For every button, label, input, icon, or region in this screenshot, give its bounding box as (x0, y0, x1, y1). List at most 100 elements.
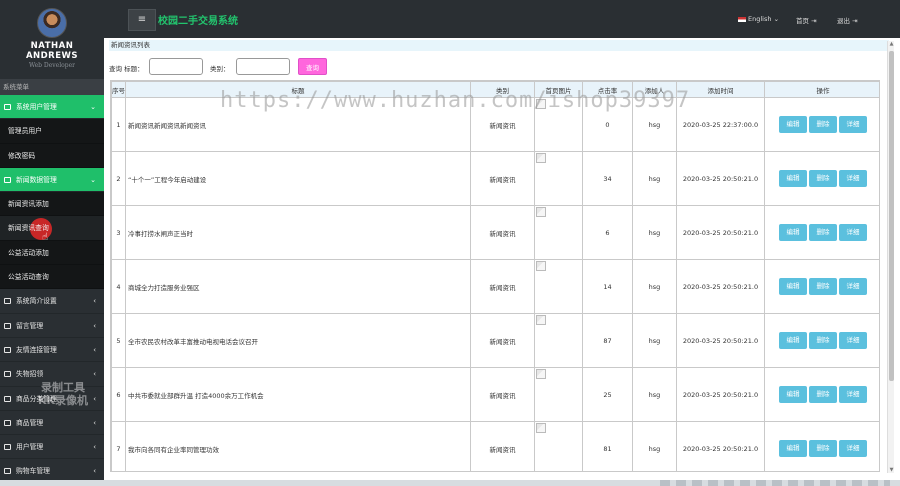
flag-icon (738, 16, 746, 22)
column-header: 类别 (470, 81, 535, 98)
delete-button[interactable]: 删除 (809, 116, 837, 133)
sidebar-group-label: 商品管理 (16, 418, 44, 427)
sidebar-group-intro[interactable]: 系统简介设置 ‹ (0, 289, 104, 314)
folder-icon (4, 346, 11, 353)
top-header: ≡ 校园二手交易系统 English ⌄ 首页 ⇥ 退出 ⇥ (104, 0, 900, 38)
sidebar-group-label: 用户管理 (16, 443, 44, 452)
sidebar-group-links[interactable]: 友情连接管理 ‹ (0, 338, 104, 363)
news-author: hsg (632, 205, 677, 260)
folder-icon (4, 468, 11, 475)
delete-button[interactable]: 删除 (809, 440, 837, 457)
row-actions: 编辑 删除 详细 (764, 205, 879, 260)
home-link[interactable]: 首页 ⇥ (796, 15, 817, 25)
sidebar-group-label: 购物车管理 (16, 467, 50, 476)
scroll-thumb[interactable] (889, 51, 894, 381)
table-row: 2 “十个一”工程今年启动建设 新闻资讯 34 hsg 2020-03-25 20:50:… (111, 151, 879, 206)
table-header-row: 序号 标题 类别 首页图片 点击率 添加人 添加时间 操作 (111, 81, 879, 98)
detail-button[interactable]: 详细 (839, 224, 867, 241)
edit-button[interactable]: 编辑 (779, 224, 807, 241)
news-table: 序号 标题 类别 首页图片 点击率 添加人 添加时间 操作 1 新闻资讯新闻资讯新… (111, 81, 879, 471)
sidebar-group-goods[interactable]: 商品管理 ‹ (0, 411, 104, 436)
category-search-input[interactable] (236, 58, 290, 75)
detail-button[interactable]: 详细 (839, 170, 867, 187)
broken-image-icon (536, 369, 546, 379)
sidebar-group-label: 留言管理 (16, 321, 44, 330)
title-filter-label: 查询 标题： (109, 65, 144, 73)
sidebar-item-admin-users[interactable]: 管理员用户 (0, 119, 104, 144)
cover-image-cell (534, 259, 583, 314)
folder-icon (4, 395, 11, 402)
row-number: 6 (111, 367, 126, 422)
table-row: 5 全市农民农村改革丰富推动电视电话会议召开 新闻资讯 87 hsg 2020-03-25… (111, 313, 879, 368)
column-header: 首页图片 (534, 81, 583, 98)
edit-button[interactable]: 编辑 (779, 116, 807, 133)
sidebar-group-lost-found[interactable]: 失物招领 ‹ (0, 362, 104, 387)
scroll-up-arrow-icon[interactable]: ▲ (888, 41, 895, 47)
chevron-left-icon: ‹ (93, 345, 96, 354)
delete-button[interactable]: 删除 (809, 386, 837, 403)
folder-icon (4, 298, 11, 305)
edit-button[interactable]: 编辑 (779, 332, 807, 349)
click-count: 0 (582, 97, 633, 152)
delete-button[interactable]: 删除 (809, 278, 837, 295)
logout-link[interactable]: 退出 ⇥ (837, 15, 858, 25)
profile-name-line2: ANDREWS (25, 51, 79, 61)
logout-label: 退出 (837, 17, 850, 25)
cover-image-cell (534, 313, 583, 368)
detail-button[interactable]: 详细 (839, 116, 867, 133)
sidebar-item-charity-query[interactable]: 公益活动查询 (0, 265, 104, 290)
scroll-down-arrow-icon[interactable]: ▼ (888, 467, 895, 473)
sidebar-item-charity-add[interactable]: 公益活动添加 (0, 240, 104, 266)
sidebar-group-messages[interactable]: 留言管理 ‹ (0, 314, 104, 338)
detail-button[interactable]: 详细 (839, 386, 867, 403)
row-actions: 编辑 删除 详细 (764, 313, 879, 368)
click-count: 6 (582, 205, 633, 260)
table-row: 4 商城全力打造服务业强区 新闻资讯 14 hsg 2020-03-25 20:50:21… (111, 259, 879, 314)
edit-button[interactable]: 编辑 (779, 278, 807, 295)
news-category: 新闻资讯 (470, 367, 535, 422)
table-row: 6 中共市委就业部群升温 打造4000余万工作机会 新闻资讯 25 hsg 2020-03… (111, 367, 879, 422)
news-author: hsg (632, 151, 677, 206)
folder-icon (4, 322, 11, 329)
news-category: 新闻资讯 (470, 205, 535, 260)
news-title: 我市向各同有企业率同管理功效 (125, 421, 471, 471)
detail-button[interactable]: 详细 (839, 440, 867, 457)
sidebar-item-change-password[interactable]: 修改密码 (0, 143, 104, 168)
sign-out-icon: ⇥ (852, 17, 858, 25)
folder-icon (4, 371, 11, 378)
edit-button[interactable]: 编辑 (779, 440, 807, 457)
detail-button[interactable]: 详细 (839, 278, 867, 295)
edit-button[interactable]: 编辑 (779, 170, 807, 187)
sidebar-group-label: 新闻数据管理 (16, 175, 57, 184)
added-time: 2020-03-25 20:50:21.0 (676, 313, 765, 368)
news-title: 全市农民农村改革丰富推动电视电话会议召开 (125, 313, 471, 368)
row-actions: 编辑 删除 详细 (764, 367, 879, 422)
news-author: hsg (632, 421, 677, 471)
sidebar-group-users[interactable]: 用户管理 ‹ (0, 435, 104, 460)
delete-button[interactable]: 删除 (809, 170, 837, 187)
news-category: 新闻资讯 (470, 259, 535, 314)
sidebar-group-system-users[interactable]: 系统用户管理 ⌄ (0, 95, 104, 120)
title-search-input[interactable] (149, 58, 203, 75)
delete-button[interactable]: 删除 (809, 332, 837, 349)
sidebar-group-categories[interactable]: 商品分类管理 ‹ (0, 387, 104, 411)
sidebar-group-news[interactable]: 新闻数据管理 ⌄ (0, 167, 104, 193)
cover-image-cell (534, 151, 583, 206)
sidebar-item-news-add[interactable]: 新闻资讯添加 (0, 192, 104, 217)
news-title: 商城全力打造服务业强区 (125, 259, 471, 314)
row-actions: 编辑 删除 详细 (764, 259, 879, 314)
menu-toggle-button[interactable]: ≡ (128, 9, 156, 31)
edit-button[interactable]: 编辑 (779, 386, 807, 403)
page-scrollbar[interactable]: ▲ ▼ (887, 41, 894, 473)
chevron-down-icon: ⌄ (90, 175, 96, 184)
added-time: 2020-03-25 20:50:21.0 (676, 205, 765, 260)
folder-icon (4, 176, 11, 183)
column-header: 标题 (125, 81, 471, 98)
language-selector[interactable]: English ⌄ (738, 15, 779, 23)
click-count: 25 (582, 367, 633, 422)
delete-button[interactable]: 删除 (809, 224, 837, 241)
detail-button[interactable]: 详细 (839, 332, 867, 349)
row-number: 5 (111, 313, 126, 368)
query-button[interactable]: 查询 (298, 58, 327, 75)
sidebar-item-news-query[interactable]: 新闻资讯查询 ☝ (0, 216, 104, 243)
